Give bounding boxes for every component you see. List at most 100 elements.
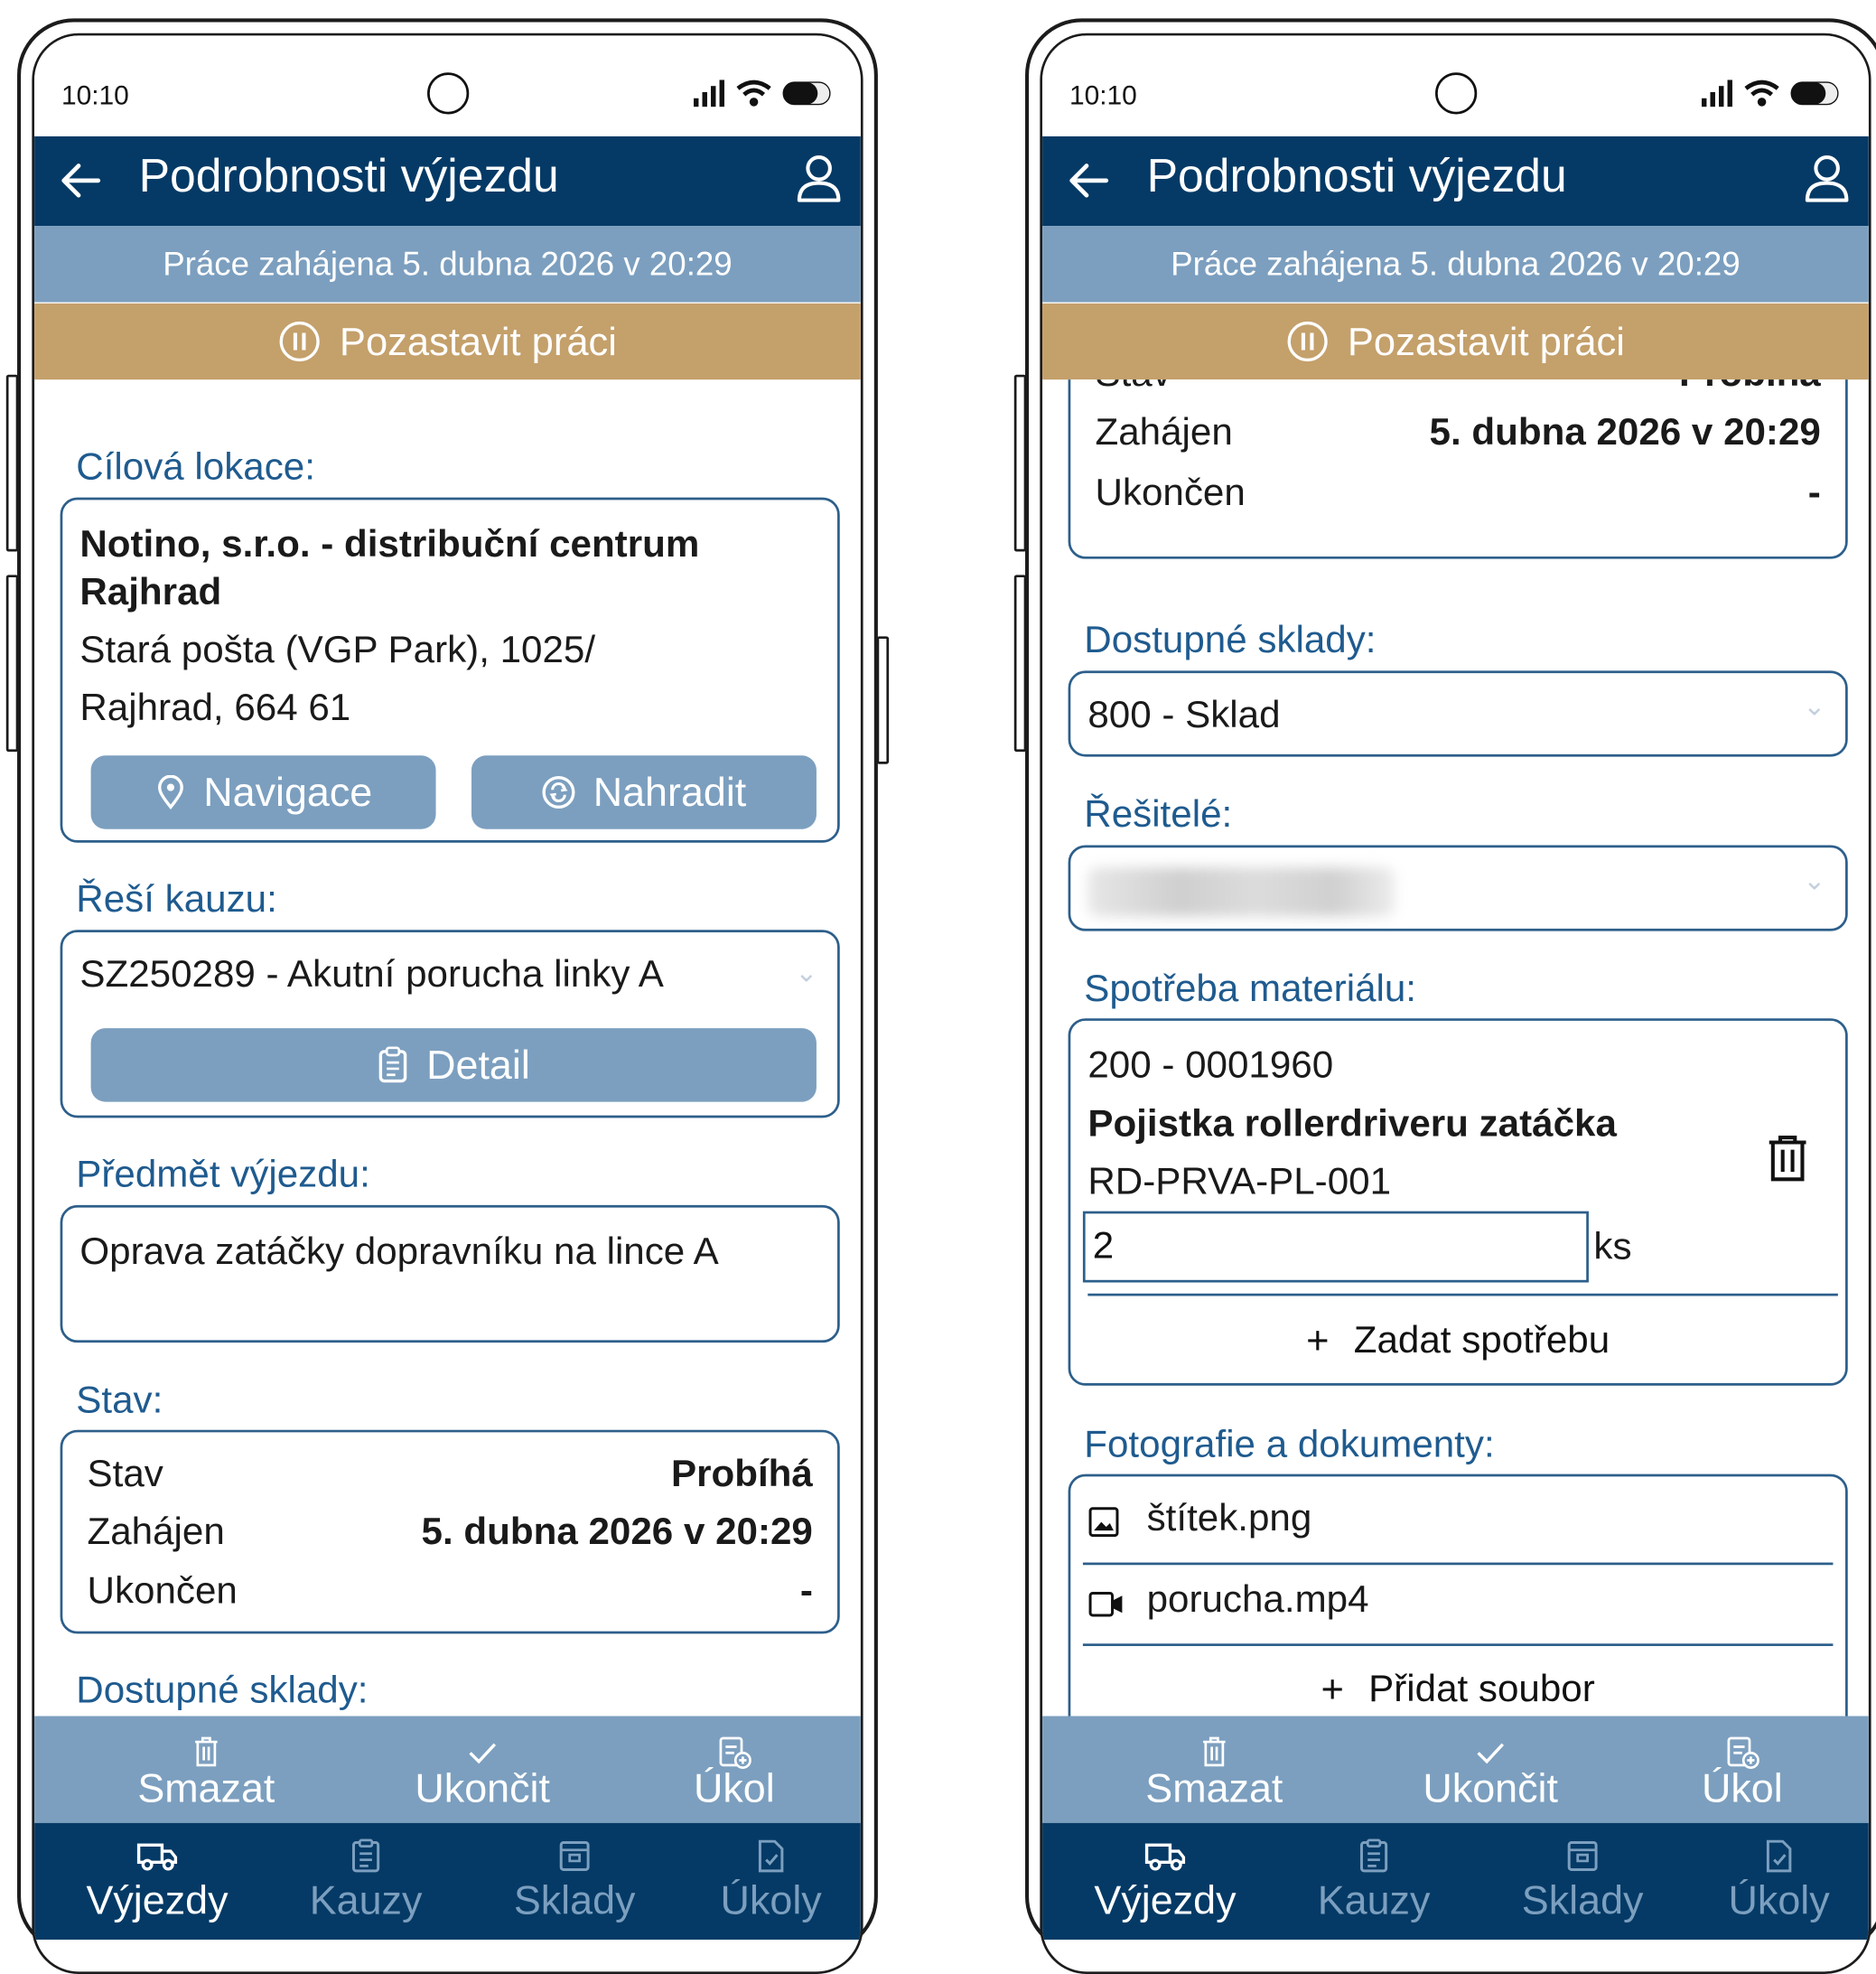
location-name: Notino, s.r.o. - distribuční centrum [79, 521, 700, 566]
file-item[interactable]: štítek.png [1070, 1476, 1845, 1558]
nav-warehouses[interactable]: Sklady [1490, 1823, 1675, 1923]
case-select[interactable]: SZ250289 - Akutní porucha linky A [79, 952, 664, 996]
files-label: Fotografie a dokumenty: [1084, 1422, 1495, 1466]
navigate-label: Navigace [203, 769, 373, 815]
nav-cases[interactable]: Kauzy [280, 1823, 452, 1923]
nav-trips[interactable]: Výjezdy [65, 1823, 249, 1923]
pause-work-button[interactable]: Pozastavit práci [34, 303, 861, 380]
status-icons [1701, 80, 1844, 108]
detail-label: Detail [426, 1042, 530, 1088]
task-doc-icon [758, 1839, 784, 1873]
replace-label: Nahradit [593, 769, 747, 815]
user-icon[interactable] [1802, 154, 1851, 205]
divider [1087, 1293, 1838, 1296]
task-action[interactable]: Úkol [649, 1717, 820, 1812]
pause-work-button[interactable]: Pozastavit práci [1042, 303, 1869, 380]
ended-value: - [1807, 470, 1821, 514]
add-file-button[interactable]: + Přidat soubor [1070, 1652, 1845, 1717]
file-item[interactable]: porucha.mp4 [1070, 1565, 1845, 1643]
pause-icon [278, 321, 320, 362]
nav-tasks-label: Úkoly [720, 1876, 822, 1923]
location-name-line2: Rajhrad [79, 569, 222, 613]
action-bar: Smazat Ukončit Úkol [1042, 1716, 1869, 1823]
chevron-down-icon[interactable]: ⌄ [1803, 690, 1825, 722]
nav-warehouses[interactable]: Sklady [482, 1823, 667, 1923]
pause-icon [1286, 321, 1328, 362]
action-bar: Smazat Ukončit Úkol [34, 1716, 861, 1823]
app-bar: Podrobnosti výjezdu [34, 136, 861, 227]
nav-tasks[interactable]: Úkoly [685, 1823, 856, 1923]
clipboard-icon [379, 1046, 407, 1083]
nav-trips[interactable]: Výjezdy [1073, 1823, 1257, 1923]
subject-textarea[interactable]: Oprava zatáčky dopravníku na lince A [60, 1204, 840, 1343]
status-bar: 10:10 [34, 35, 861, 136]
add-consumption-button[interactable]: + Zadat spotřebu [1070, 1305, 1845, 1374]
page-title: Podrobnosti výjezdu [138, 151, 559, 203]
quantity-input[interactable]: 2 [1082, 1211, 1589, 1283]
solvers-label: Řešitelé: [1084, 792, 1233, 836]
task-label: Úkol [1701, 1764, 1783, 1811]
task-label: Úkol [693, 1764, 775, 1811]
nav-trips-label: Výjezdy [86, 1876, 229, 1923]
warehouses-select[interactable]: 800 - Sklad ⌄ [1068, 670, 1848, 757]
case-card: SZ250289 - Akutní porucha linky A ⌄ Deta… [60, 930, 840, 1118]
battery-icon [1790, 81, 1839, 106]
finish-action[interactable]: Ukončit [1392, 1717, 1588, 1812]
case-label: Řeší kauzu: [76, 876, 277, 921]
phone-left: 10:10 Podrobnosti výjezdu Práce zahájena… [5, 18, 890, 1974]
phone-right: 10:10 Podrobnosti výjezdu Práce zahájena… [1013, 18, 1876, 1974]
task-doc-icon [1766, 1839, 1792, 1873]
warehouses-value: 800 - Sklad [1087, 692, 1281, 736]
trash-icon[interactable] [1767, 1134, 1808, 1183]
started-key: Zahájen [1095, 410, 1233, 454]
add-consumption-label: Zadat spotřebu [1353, 1317, 1610, 1361]
location-card: Notino, s.r.o. - distribuční centrum Raj… [60, 497, 840, 843]
back-arrow-icon[interactable] [57, 156, 106, 205]
status-icons [694, 80, 836, 108]
state-key: Stav [87, 1452, 163, 1495]
scroll-content[interactable]: Cílová lokace: Notino, s.r.o. - distribu… [34, 379, 861, 1716]
material-code: 200 - 0001960 [1087, 1043, 1334, 1086]
nav-tasks[interactable]: Úkoly [1693, 1823, 1864, 1923]
ended-key: Ukončen [1095, 470, 1246, 514]
warehouse-icon [559, 1841, 590, 1871]
finish-action[interactable]: Ukončit [384, 1717, 580, 1812]
location-label: Cílová lokace: [76, 444, 315, 488]
location-address-line2: Rajhrad, 664 61 [79, 685, 351, 729]
scroll-content[interactable]: Stav Probíhá Zahájen 5. dubna 2026 v 20:… [1042, 379, 1869, 1717]
material-sku: RD-PRVA-PL-001 [1087, 1159, 1392, 1203]
material-name: Pojistka rollerdriveru zatáčka [1087, 1101, 1617, 1146]
truck-icon [1144, 1843, 1186, 1871]
task-action[interactable]: Úkol [1657, 1717, 1828, 1812]
started-value: 5. dubna 2026 v 20:29 [1429, 410, 1821, 454]
status-bar: 10:10 [1042, 35, 1869, 136]
delete-action[interactable]: Smazat [108, 1717, 304, 1812]
work-started-banner: Práce zahájena 5. dubna 2026 v 20:29 [34, 226, 861, 303]
replace-icon [542, 775, 575, 809]
started-value: 5. dubna 2026 v 20:29 [421, 1510, 813, 1553]
side-button [876, 636, 890, 764]
battery-icon [782, 81, 831, 106]
user-icon[interactable] [794, 154, 843, 205]
solvers-select[interactable]: ⌄ [1068, 845, 1848, 931]
truck-icon [136, 1843, 178, 1871]
state-card: Stav Probíhá Zahájen 5. dubna 2026 v 20:… [60, 1429, 840, 1634]
warehouse-icon [1567, 1841, 1598, 1871]
plus-icon: + [1321, 1666, 1344, 1711]
back-arrow-icon[interactable] [1065, 156, 1114, 205]
signal-icon [1701, 80, 1732, 108]
bottom-nav: Výjezdy Kauzy Sklady Úkoly [1042, 1822, 1869, 1940]
state-value: Probíhá [1679, 379, 1821, 396]
ended-value: - [799, 1568, 813, 1612]
image-icon [1088, 1507, 1119, 1538]
replace-button[interactable]: Nahradit [471, 755, 817, 829]
chevron-down-icon[interactable]: ⌄ [795, 957, 817, 988]
detail-button[interactable]: Detail [90, 1028, 817, 1102]
delete-action[interactable]: Smazat [1116, 1717, 1312, 1812]
status-time: 10:10 [1069, 80, 1137, 111]
nav-cases[interactable]: Kauzy [1288, 1823, 1460, 1923]
navigate-button[interactable]: Navigace [90, 755, 436, 829]
files-card: štítek.png porucha.mp4 + Přidat soubor [1068, 1473, 1848, 1717]
add-file-label: Přidat soubor [1368, 1667, 1595, 1710]
chevron-down-icon[interactable]: ⌄ [1803, 865, 1825, 896]
